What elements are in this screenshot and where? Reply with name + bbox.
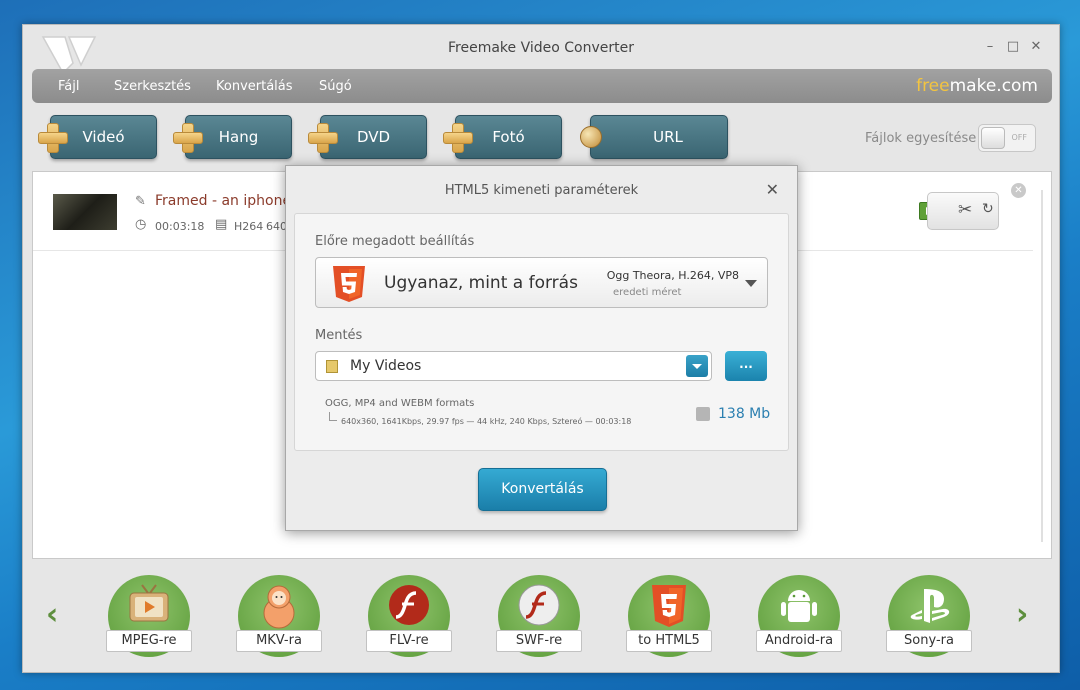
preset-codecs: Ogg Theora, H.264, VP8 — [606, 269, 739, 282]
format-label: Sony-ra — [886, 630, 972, 652]
format-detail: 640x360, 1641Kbps, 29.97 fps — 44 kHz, 2… — [341, 417, 632, 426]
pencil-icon[interactable]: ✎ — [135, 194, 146, 209]
menu-edit[interactable]: Szerkesztés — [114, 79, 191, 94]
brand-rest-text: make.com — [949, 76, 1038, 96]
join-files-label: Fájlok egyesítése — [865, 131, 977, 146]
preset-dropdown[interactable]: Ugyanaz, mint a forrás Ogg Theora, H.264… — [315, 257, 768, 308]
video-thumbnail — [53, 194, 117, 230]
flash-icon — [518, 584, 560, 626]
html5-icon — [333, 266, 365, 302]
toggle-state: OFF — [1011, 133, 1028, 142]
save-folder-value: My Videos — [350, 358, 422, 374]
format-info: OGG, MP4 and WEBM formats — [325, 398, 475, 409]
format-flv-button[interactable]: FLV-re — [366, 575, 452, 659]
flash-icon — [389, 585, 429, 625]
preset-name: Ugyanaz, mint a forrás — [384, 273, 578, 293]
dialog-title: HTML5 kimeneti paraméterek — [444, 183, 639, 198]
format-label: FLV-re — [366, 630, 452, 652]
chevron-down-icon[interactable] — [745, 280, 757, 287]
file-duration: 00:03:18 — [155, 220, 205, 233]
format-android-button[interactable]: Android-ra — [756, 575, 842, 659]
format-swf-button[interactable]: SWF-re — [496, 575, 582, 659]
format-mpeg-button[interactable]: MPEG-re — [106, 575, 192, 659]
close-window-button[interactable]: ✕ — [1027, 39, 1045, 54]
chevron-left-icon[interactable]: ‹ — [46, 597, 58, 632]
output-size-link[interactable]: 138 Mb — [718, 406, 770, 422]
folder-dropdown-button[interactable] — [686, 355, 708, 377]
format-label: MKV-ra — [236, 630, 322, 652]
brand-free-text: free — [916, 76, 950, 96]
plus-icon — [308, 123, 338, 153]
html5-output-dialog: HTML5 kimeneti paraméterek ✕ Előre megad… — [285, 165, 798, 531]
menu-file[interactable]: Fájl — [58, 79, 79, 94]
file-name[interactable]: Framed - an iphone 4 — [155, 193, 304, 209]
save-folder-select[interactable]: My Videos — [315, 351, 712, 381]
html5-icon — [652, 585, 686, 627]
save-label: Mentés — [315, 328, 363, 343]
remove-file-icon[interactable]: ✕ — [1011, 183, 1026, 198]
tv-icon — [129, 584, 169, 622]
format-mkv-button[interactable]: MKV-ra — [236, 575, 322, 659]
menu-bar: Fájl Szerkesztés Konvertálás Súgó freema… — [32, 69, 1052, 103]
brand-link[interactable]: freemake.com — [916, 76, 1038, 96]
toggle-knob — [981, 127, 1005, 149]
menu-help[interactable]: Súgó — [319, 79, 352, 94]
vertical-scrollbar[interactable] — [1038, 182, 1046, 550]
file-codec: H264 — [234, 220, 264, 233]
plus-icon — [173, 123, 203, 153]
join-files-toggle[interactable]: OFF — [978, 124, 1036, 152]
maximize-button[interactable]: □ — [1004, 39, 1022, 54]
scissors-icon[interactable]: ✂ — [958, 200, 972, 220]
format-html5-button[interactable]: to HTML5 — [626, 575, 712, 659]
format-label: Android-ra — [756, 630, 842, 652]
format-bar: ‹ MPEG-re MKV-ra FLV-re SWF-re to HTML5 … — [32, 565, 1052, 665]
format-label: to HTML5 — [626, 630, 712, 652]
close-icon[interactable]: ✕ — [766, 180, 779, 199]
matryoshka-icon — [263, 585, 295, 629]
scrollbar-track[interactable] — [1041, 190, 1043, 542]
globe-icon — [580, 126, 602, 148]
tree-line — [329, 412, 337, 421]
convert-button[interactable]: Konvertálás — [478, 468, 607, 511]
minimize-button[interactable]: – — [981, 39, 999, 54]
rotate-icon[interactable]: ↻ — [982, 201, 994, 217]
chevron-right-icon[interactable]: › — [1016, 597, 1028, 632]
format-label: MPEG-re — [106, 630, 192, 652]
menu-convert[interactable]: Konvertálás — [216, 79, 293, 94]
browse-button[interactable]: ... — [725, 351, 767, 381]
preset-label: Előre megadott beállítás — [315, 234, 475, 249]
folder-icon — [326, 360, 338, 373]
window-title: Freemake Video Converter — [448, 40, 634, 56]
format-label: SWF-re — [496, 630, 582, 652]
preset-size: eredeti méret — [613, 287, 682, 298]
android-icon — [781, 590, 817, 622]
disk-size-icon — [696, 407, 710, 421]
plus-icon — [443, 123, 473, 153]
format-sony-button[interactable]: Sony-ra — [886, 575, 972, 659]
plus-icon — [38, 123, 68, 153]
clock-icon: ◷ — [135, 217, 147, 232]
paste-url-button[interactable]: URL beillesztése — [590, 115, 728, 188]
playstation-icon — [910, 589, 950, 623]
film-icon: ▤ — [215, 217, 228, 232]
